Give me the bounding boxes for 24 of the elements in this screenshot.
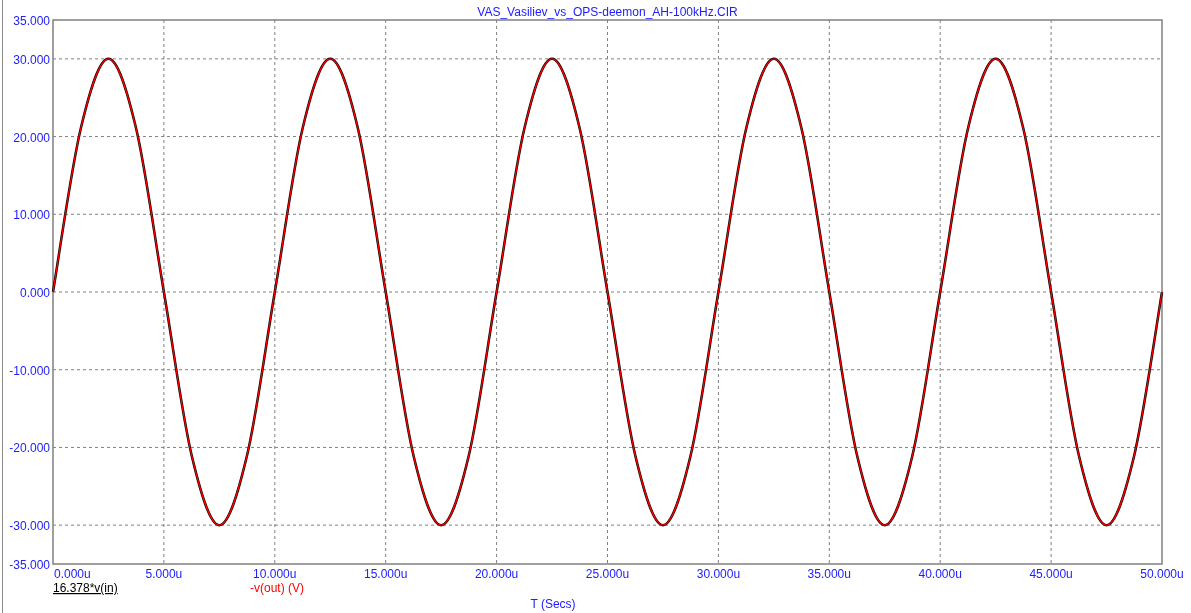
y-tick-label: -10.000 — [9, 363, 50, 378]
y-tick-label: -30.000 — [9, 519, 50, 534]
x-tick-label: 5.000u — [145, 567, 183, 581]
legend-label: -v(out) (V) — [250, 581, 304, 595]
y-tick-label: -20.000 — [9, 441, 50, 456]
x-tick-label: 40.000u — [918, 567, 962, 581]
x-tick-label: 30.000u — [696, 567, 741, 581]
x-tick-label: 15.000u — [364, 567, 408, 581]
x-tick-label: 25.000u — [585, 567, 630, 581]
legend-label: 16.378*v(in) — [53, 581, 118, 595]
y-tick-label: 30.000 — [13, 52, 50, 67]
x-tick-label: 10.000u — [253, 567, 297, 581]
x-axis-title: T (Secs) — [530, 597, 576, 611]
chart-title: VAS_Vasiliev_vs_OPS-deemon_AH-100kHz.CIR — [477, 5, 738, 19]
x-tick-label: 45.000u — [1029, 567, 1073, 581]
x-tick-label: 0.000u — [54, 567, 91, 581]
y-tick-label: 20.000 — [13, 130, 50, 145]
x-tick-label: 50.000u — [1140, 567, 1184, 581]
y-tick-label: 35.000 — [13, 14, 50, 28]
x-tick-label: 20.000u — [474, 567, 519, 581]
y-tick-label: -35.000 — [9, 558, 50, 572]
y-tick-label: 10.000 — [13, 208, 50, 223]
x-tick-label: 35.000u — [807, 567, 851, 581]
y-tick-label: 0.000 — [19, 286, 50, 300]
